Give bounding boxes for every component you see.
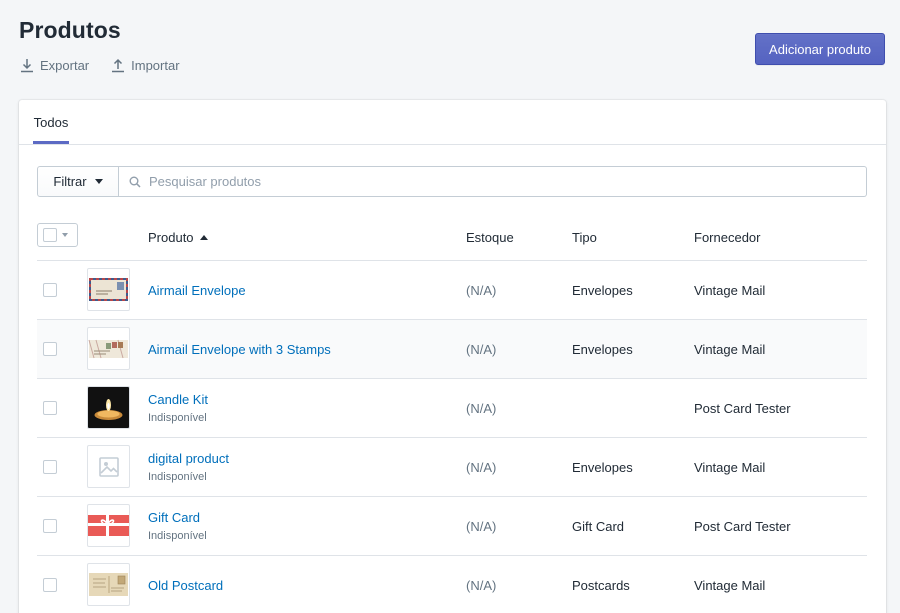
gift-card-icon [88,515,129,536]
candle-icon [88,387,129,428]
vendor-cell: Vintage Mail [694,342,766,357]
vendor-cell: Post Card Tester [694,401,791,416]
stock-cell: (N/A) [466,519,497,534]
vendor-cell: Vintage Mail [694,460,766,475]
row-checkbox[interactable] [43,460,57,474]
export-label: Exportar [40,58,90,73]
column-label: Produto [148,230,194,245]
type-cell: Envelopes [572,460,633,475]
type-cell: Envelopes [572,283,633,298]
select-all-checkbox[interactable] [43,228,57,242]
product-name-link[interactable]: Candle Kit [148,392,208,407]
availability-status: Indisponível [148,530,207,542]
stock-cell: (N/A) [466,578,497,593]
column-header-product[interactable]: Produto [148,230,208,245]
filter-label: Filtrar [53,174,87,189]
filter-bar: Filtrar [37,166,867,197]
product-thumbnail[interactable] [87,504,130,547]
product-name-link[interactable]: Airmail Envelope with 3 Stamps [148,342,331,357]
row-checkbox[interactable] [43,283,57,297]
table-row[interactable]: digital product Indisponível (N/A) Envel… [37,438,867,497]
type-cell: Gift Card [572,519,625,534]
import-label: Importar [131,58,180,73]
row-checkbox[interactable] [43,342,57,356]
page-actions: Exportar Importar [20,58,180,73]
page-title: Produtos [19,17,121,43]
search-box[interactable] [119,166,867,197]
caret-down-icon [62,233,68,237]
export-button[interactable]: Exportar [20,58,89,73]
products-table: Produto Estoque Tipo Fornecedor Airmail … [37,219,867,613]
product-name-link[interactable]: Gift Card [148,510,200,525]
table-header: Produto Estoque Tipo Fornecedor [37,219,867,261]
product-name-link[interactable]: digital product [148,451,229,466]
table-row[interactable]: Candle Kit Indisponível (N/A) Post Card … [37,379,867,438]
row-checkbox[interactable] [43,519,57,533]
product-thumbnail[interactable] [87,563,130,606]
import-button[interactable]: Importar [111,58,180,73]
stock-cell: (N/A) [466,401,497,416]
old-postcard-icon [89,573,128,596]
product-thumbnail[interactable] [87,268,130,311]
row-checkbox[interactable] [43,578,57,592]
search-icon [129,176,141,188]
column-header-type: Tipo [572,230,597,245]
availability-status: Indisponível [148,412,207,424]
availability-status: Indisponível [148,471,207,483]
filter-button[interactable]: Filtrar [37,166,119,197]
search-input[interactable] [149,174,866,189]
placeholder-image-icon [98,456,119,477]
vendor-cell: Vintage Mail [694,283,766,298]
export-icon [21,59,33,73]
products-card: Todos Filtrar Produto Estoque Tipo [19,100,886,613]
table-row[interactable]: Airmail Envelope with 3 Stamps (N/A) Env… [37,320,867,379]
product-thumbnail[interactable] [87,445,130,488]
product-name-link[interactable]: Old Postcard [148,578,223,593]
airmail-envelope-icon [89,278,128,301]
import-icon [112,58,125,73]
type-cell: Postcards [572,578,630,593]
caret-down-icon [94,179,103,184]
stock-cell: (N/A) [466,460,497,475]
sort-ascending-icon [199,235,208,240]
tab-bar: Todos [19,100,886,145]
type-cell: Envelopes [572,342,633,357]
column-header-stock: Estoque [466,230,514,245]
row-checkbox[interactable] [43,401,57,415]
add-product-button[interactable]: Adicionar produto [755,33,885,65]
stock-cell: (N/A) [466,342,497,357]
airmail-envelope-stamps-icon [88,339,128,359]
product-thumbnail[interactable] [87,386,130,429]
vendor-cell: Post Card Tester [694,519,791,534]
column-header-vendor: Fornecedor [694,230,761,245]
table-row[interactable]: Gift Card Indisponível (N/A) Gift Card P… [37,497,867,556]
stock-cell: (N/A) [466,283,497,298]
table-row[interactable]: Old Postcard (N/A) Postcards Vintage Mai… [37,556,867,613]
bulk-select[interactable] [37,223,78,247]
product-name-link[interactable]: Airmail Envelope [148,283,246,298]
table-row[interactable]: Airmail Envelope (N/A) Envelopes Vintage… [37,261,867,320]
product-thumbnail[interactable] [87,327,130,370]
tab-all[interactable]: Todos [33,100,69,144]
vendor-cell: Vintage Mail [694,578,766,593]
